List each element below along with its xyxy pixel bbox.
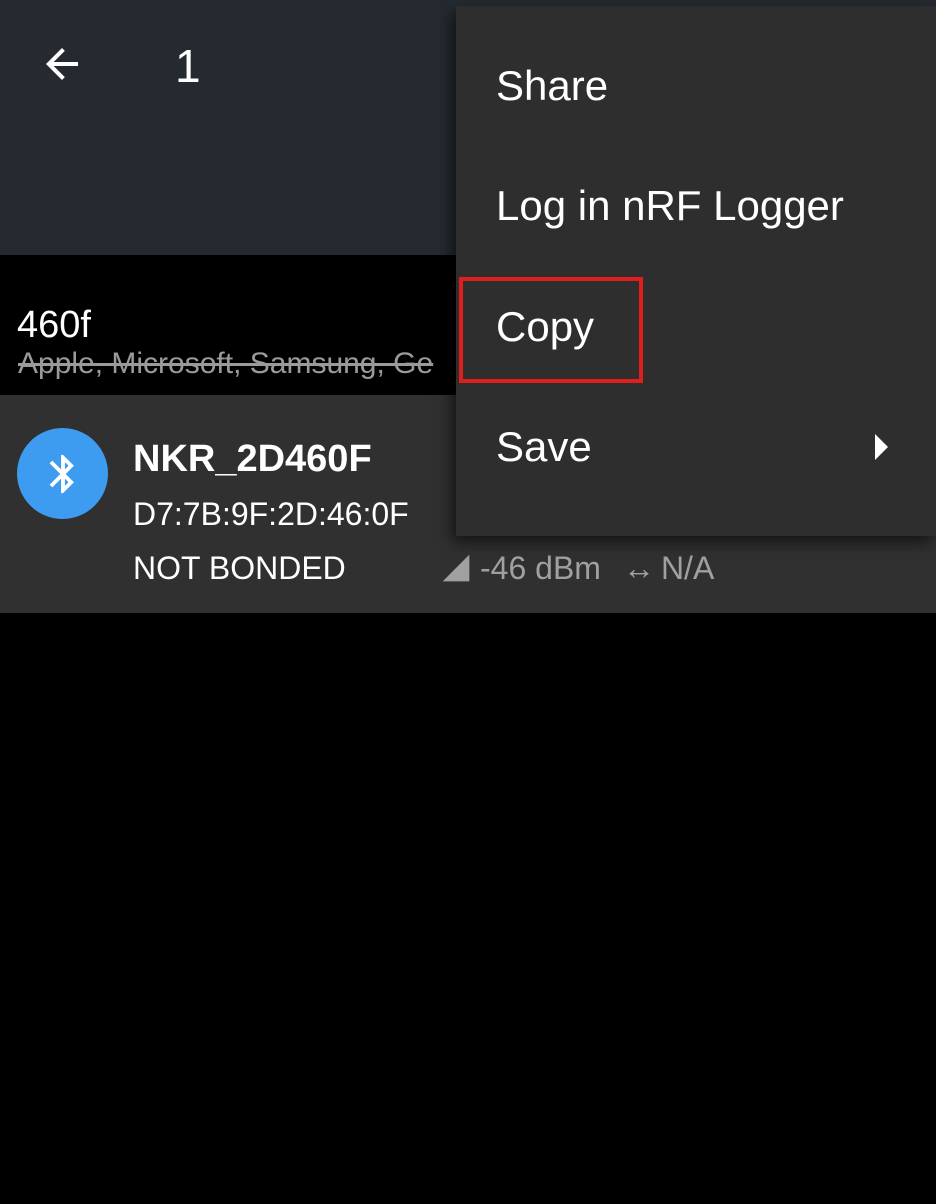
menu-item-copy[interactable]: Copy (456, 267, 936, 387)
device-name: NKR_2D460F (133, 438, 372, 480)
arrow-left-icon (46, 48, 78, 80)
menu-item-label: Copy (496, 303, 595, 350)
interval-icon: ↔ (622, 549, 655, 586)
device-address: D7:7B:9F:2D:46:0F (133, 496, 409, 532)
menu-item-log-nrf-logger[interactable]: Log in nRF Logger (456, 146, 936, 266)
filter-excluded-vendors: Apple, Microsoft, Samsung, Ge (18, 347, 434, 380)
overflow-menu: Share Log in nRF Logger Copy Save (456, 6, 936, 536)
chevron-right-icon (875, 434, 888, 460)
menu-item-label: Save (496, 423, 592, 470)
device-interval: N/A (660, 549, 715, 586)
device-bond-state: NOT BONDED (133, 550, 346, 586)
device-signal-info: -46 dBm ↔ N/A (440, 548, 714, 588)
device-avatar (17, 428, 108, 519)
menu-item-share[interactable]: Share (456, 26, 936, 146)
screen: 1 460f Apple, Microsoft, Samsung, Ge NKR… (0, 0, 936, 1204)
menu-item-save[interactable]: Save (456, 387, 936, 507)
page-title: 1 (175, 40, 201, 92)
menu-item-label: Share (496, 62, 609, 109)
device-rssi: -46 dBm (480, 549, 601, 586)
back-button[interactable] (30, 32, 94, 96)
menu-item-label: Log in nRF Logger (496, 182, 844, 229)
filter-query-text: 460f (17, 304, 91, 346)
bluetooth-icon (49, 454, 74, 493)
signal-strength-icon (442, 554, 470, 582)
